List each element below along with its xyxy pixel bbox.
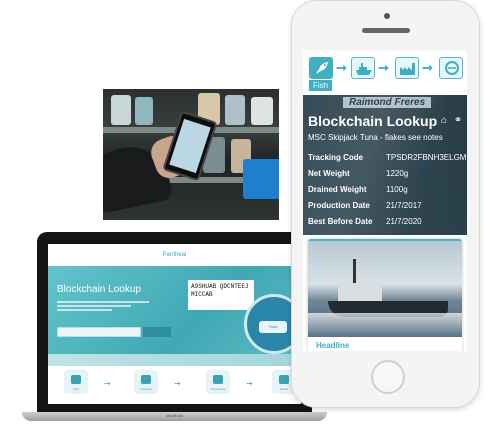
factory-icon [400,63,415,75]
active-step-label: Fish [309,80,333,91]
product-can [225,95,245,125]
language-icon[interactable]: ⚭ [454,115,462,126]
step-fish[interactable] [309,57,333,79]
front-camera [384,13,390,19]
ship-icon [141,375,151,384]
can-icon [445,61,459,75]
earpiece-speaker [362,28,410,33]
factory-icon [213,375,223,384]
arrow-icon: ➞ [378,60,389,75]
step-can[interactable] [439,57,463,79]
step-catching[interactable]: Catching [134,370,158,394]
store-photo [103,89,279,220]
hero-description [57,299,149,317]
hero-section: Blockchain Lookup A9SHUAB QDCNTEEJ MICCA… [48,266,301,354]
can-icon [279,375,289,384]
ship-icon [356,63,372,75]
product-can [135,97,153,125]
product-can [251,97,273,125]
arrow-icon: ➞ [104,379,111,388]
search-button[interactable] [143,327,171,337]
step-fish[interactable]: Fish [64,370,88,394]
supply-chain-flow: ➞ ➞ ➞ Fish [303,51,467,95]
arrow-icon: ➞ [174,379,181,388]
fish-icon [316,62,328,74]
laptop-screen: Pantheal Blockchain Lookup A9SHUAB QDCNT… [48,244,301,404]
product-can [111,95,131,125]
home-icon[interactable]: ⌂ [441,115,447,126]
laptop-base: MacBook [22,412,327,421]
can-label: Tuna [259,321,287,333]
step-processing[interactable]: Processing [206,370,230,394]
card-headline: Headline [316,341,350,350]
page-title: Blockchain Lookup [308,113,438,129]
product-name: MSC Skipjack Tuna - flakes see notes [308,133,443,142]
device-brand: MacBook [166,413,183,418]
step-factory[interactable] [395,57,419,79]
site-header[interactable]: Pantheal [48,244,301,266]
shopping-basket [243,159,279,199]
vessel-card[interactable]: Headline [308,239,462,351]
arrow-icon: ➞ [246,379,253,388]
phone-screen: ➞ ➞ ➞ Fish Raimond Freres Blockchain Loo… [303,51,467,351]
supply-chain-steps: Fish ➞ Catching ➞ Processing ➞ Retail [48,366,301,404]
fishing-vessel-image [308,241,462,337]
home-button[interactable] [371,360,405,394]
product-info-panel: Raimond Freres Blockchain Lookup ⌂ ⚭ MSC… [303,95,467,235]
arrow-icon: ➞ [336,60,347,75]
smartphone: ➞ ➞ ➞ Fish Raimond Freres Blockchain Loo… [291,0,480,408]
product-brand-background: Raimond Freres [343,97,432,108]
tracking-code-text: A9SHUAB QDCNTEEJ MICCAB [188,280,254,310]
hero-title: Blockchain Lookup [57,284,141,295]
fish-icon [71,375,81,384]
step-ship[interactable] [351,57,375,79]
arrow-icon: ➞ [422,60,433,75]
fish-banner [48,354,301,366]
laptop: Pantheal Blockchain Lookup A9SHUAB QDCNT… [37,232,312,412]
tracking-code-input[interactable] [57,327,141,337]
